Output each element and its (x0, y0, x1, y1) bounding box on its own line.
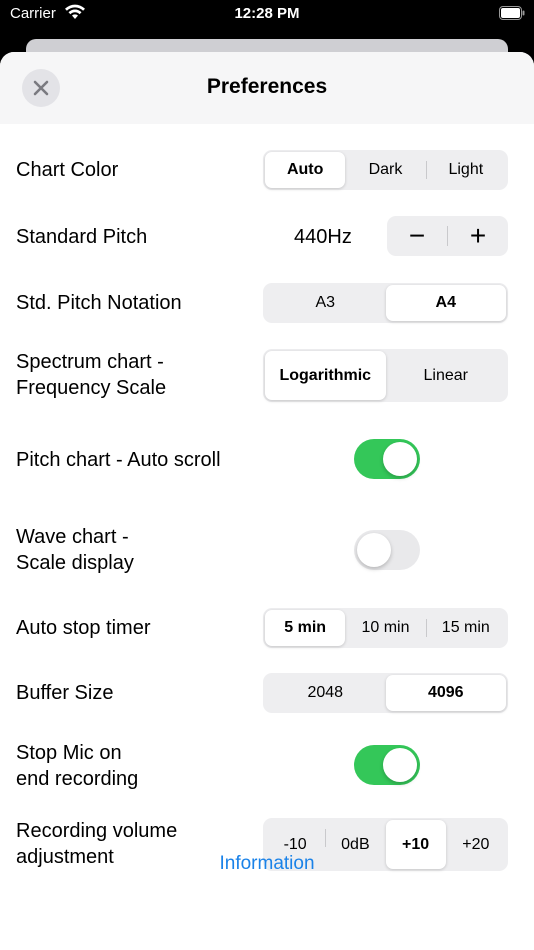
stop-mic-toggle[interactable] (354, 745, 420, 785)
page-title: Preferences (206, 75, 328, 98)
chart-color-segmented: Auto Dark Light (263, 150, 508, 190)
chart-color-option-dark[interactable]: Dark (345, 152, 425, 188)
buffer-size-option-2048[interactable]: 2048 (265, 675, 386, 711)
toggle-knob (383, 748, 417, 782)
pitch-decrement-button[interactable]: − (387, 216, 447, 256)
standard-pitch-label: Standard Pitch (16, 226, 148, 248)
wave-scale-label-line2: Scale display (16, 552, 134, 574)
spectrum-scale-label-line2: Frequency Scale (16, 377, 167, 399)
buffer-size-segmented: 2048 4096 (263, 673, 508, 713)
buffer-size-option-4096[interactable]: 4096 (385, 675, 506, 711)
stop-mic-label: Stop Mic on end recording (16, 740, 138, 792)
pitch-notation-segmented: A3 A4 (263, 283, 508, 323)
auto-stop-timer-segmented: 5 min 10 min 15 min (263, 608, 508, 648)
wave-scale-label-line1: Wave chart - (16, 526, 129, 548)
stop-mic-label-line2: end recording (16, 768, 139, 790)
stop-mic-label-line1: Stop Mic on (16, 742, 122, 764)
spectrum-scale-option-logarithmic[interactable]: Logarithmic (265, 351, 386, 400)
recording-volume-label-line1: Recording volume (16, 820, 178, 842)
auto-stop-option-10min[interactable]: 10 min (345, 610, 425, 646)
toggle-knob (357, 533, 391, 567)
pitch-notation-option-a3[interactable]: A3 (265, 285, 386, 321)
spectrum-scale-segmented: Logarithmic Linear (263, 349, 508, 402)
spectrum-scale-label: Spectrum chart - Frequency Scale (16, 349, 166, 401)
auto-stop-timer-label: Auto stop timer (16, 617, 151, 639)
pitch-auto-scroll-label: Pitch chart - Auto scroll (16, 449, 221, 471)
spectrum-scale-label-line1: Spectrum chart - (16, 351, 164, 373)
toggle-knob (383, 442, 417, 476)
sheet-header: Preferences (0, 52, 534, 124)
auto-stop-option-15min[interactable]: 15 min (425, 610, 506, 646)
wave-scale-label: Wave chart - Scale display (16, 524, 134, 576)
pitch-notation-label: Std. Pitch Notation (16, 292, 182, 314)
chart-color-option-light[interactable]: Light (425, 152, 506, 188)
buffer-size-label: Buffer Size (16, 682, 114, 704)
pitch-increment-button[interactable]: + (448, 216, 508, 256)
pitch-auto-scroll-toggle[interactable] (354, 439, 420, 479)
pitch-notation-option-a4[interactable]: A4 (385, 285, 506, 321)
spectrum-scale-option-linear[interactable]: Linear (386, 351, 507, 400)
status-time: 12:28 PM (234, 5, 300, 22)
wave-scale-toggle[interactable] (354, 530, 420, 570)
standard-pitch-stepper: − + (387, 216, 508, 256)
chart-color-option-auto[interactable]: Auto (265, 152, 346, 188)
battery-icon (499, 6, 525, 20)
standard-pitch-value: 440Hz (294, 226, 352, 248)
chart-color-label: Chart Color (16, 159, 119, 181)
information-link[interactable]: Information (0, 853, 534, 875)
auto-stop-option-5min[interactable]: 5 min (265, 610, 346, 646)
status-bar: Carrier 12:28 PM (0, 0, 534, 30)
